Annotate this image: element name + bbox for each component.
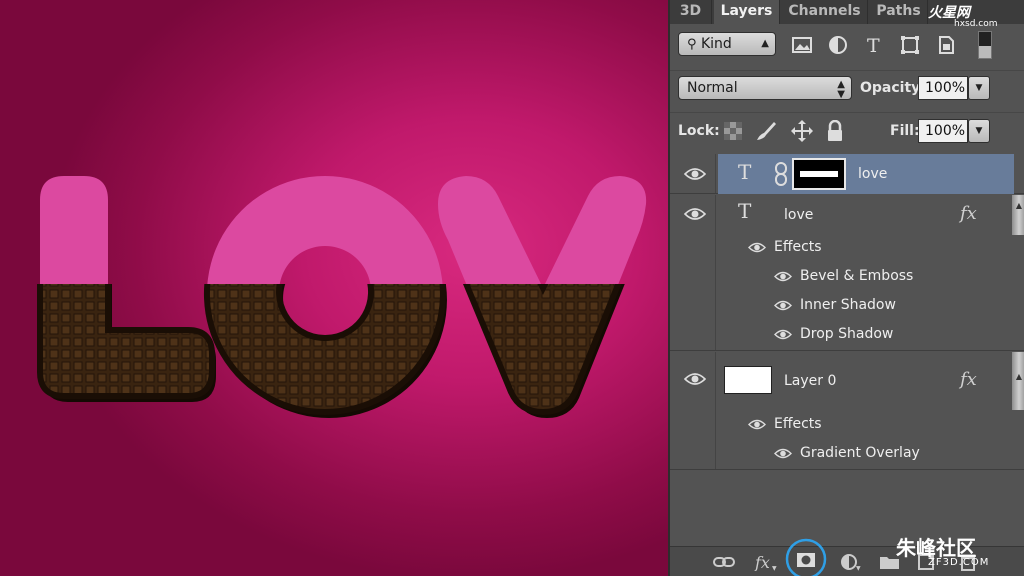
dropdown-arrows-icon: ▲ bbox=[761, 38, 769, 49]
effect-inner-shadow[interactable]: Inner Shadow bbox=[800, 297, 896, 313]
eye-icon[interactable] bbox=[748, 242, 766, 253]
watermark-bottom-sub: ZF3D.COM bbox=[928, 557, 990, 568]
blend-mode-dropdown[interactable]: Normal ▲ ▼ bbox=[678, 76, 852, 100]
effect-drop-shadow[interactable]: Drop Shadow bbox=[800, 326, 893, 342]
opacity-dropdown-button[interactable]: ▼ bbox=[968, 76, 990, 100]
effects-collapse-arrow[interactable]: ▲ bbox=[1012, 352, 1024, 410]
effects-label[interactable]: Effects bbox=[774, 416, 822, 432]
watermark-top: 火星网 hxsd.com bbox=[928, 2, 998, 29]
layer-row-layer-0[interactable]: Layer 0 fx ▲ Effects Gradient Overlay bbox=[670, 352, 1024, 470]
watermark-bottom: 朱峰社区 ZF3D.COM bbox=[896, 532, 989, 568]
eye-icon[interactable] bbox=[748, 419, 766, 430]
effect-bevel-emboss[interactable]: Bevel & Emboss bbox=[800, 268, 913, 284]
eye-icon[interactable] bbox=[774, 448, 792, 459]
eye-icon[interactable] bbox=[684, 167, 706, 181]
type-filter-icon[interactable]: T bbox=[862, 34, 886, 56]
fx-icon[interactable]: fx bbox=[960, 203, 977, 224]
fill-label: Fill: bbox=[890, 123, 920, 139]
layers-list: T love T love fx ▲ Effects Bevel & Embos… bbox=[670, 154, 1024, 546]
effects-collapse-arrow[interactable]: ▲ bbox=[1012, 195, 1024, 235]
layer-name[interactable]: love bbox=[784, 207, 813, 223]
visibility-column bbox=[670, 154, 716, 193]
adjustment-filter-icon[interactable] bbox=[826, 34, 850, 56]
fill-input[interactable]: 100% bbox=[918, 119, 968, 143]
lock-all-icon[interactable] bbox=[826, 120, 844, 142]
eye-icon[interactable] bbox=[774, 300, 792, 311]
tab-3d[interactable]: 3D bbox=[670, 0, 712, 24]
layer-thumbnail[interactable] bbox=[724, 366, 772, 394]
chain-link-icon[interactable] bbox=[774, 162, 788, 186]
love-artwork bbox=[0, 176, 651, 418]
filter-kind-label: Kind bbox=[700, 36, 732, 52]
layer-row-love[interactable]: T love fx ▲ Effects Bevel & Emboss Inner… bbox=[670, 195, 1024, 351]
svg-text:T: T bbox=[867, 35, 880, 56]
shape-filter-icon[interactable] bbox=[898, 34, 922, 56]
filter-kind-dropdown[interactable]: ⚲ Kind ▲ bbox=[678, 32, 776, 56]
eye-icon[interactable] bbox=[684, 207, 706, 221]
text-layer-icon: T bbox=[738, 199, 752, 223]
eye-icon[interactable] bbox=[774, 329, 792, 340]
filter-toggle-icon[interactable] bbox=[978, 31, 992, 59]
lock-transparent-icon[interactable] bbox=[724, 122, 742, 140]
fx-icon[interactable]: fx bbox=[960, 369, 977, 390]
add-mask-icon[interactable] bbox=[784, 537, 828, 576]
dropdown-arrows-icon: ▲ ▼ bbox=[837, 79, 845, 100]
effects-label[interactable]: Effects bbox=[774, 239, 822, 255]
visibility-column bbox=[670, 195, 716, 350]
link-layers-icon[interactable] bbox=[712, 553, 736, 571]
visibility-column bbox=[670, 352, 716, 469]
layers-panel: 3D Layers Channels Paths ⚲ Kind ▲ T Norm… bbox=[668, 0, 1024, 576]
svg-text:▼: ▼ bbox=[772, 565, 777, 571]
lock-label: Lock: bbox=[678, 123, 720, 139]
watermark-top-sub: hxsd.com bbox=[954, 19, 998, 29]
effect-gradient-overlay[interactable]: Gradient Overlay bbox=[800, 445, 920, 461]
document-canvas[interactable] bbox=[0, 0, 668, 576]
fill-dropdown-button[interactable]: ▼ bbox=[968, 119, 990, 143]
lock-image-icon[interactable] bbox=[754, 120, 778, 142]
layer-name[interactable]: love bbox=[858, 166, 887, 182]
opacity-label: Opacity: bbox=[860, 80, 926, 96]
smart-object-filter-icon[interactable] bbox=[934, 34, 958, 56]
image-filter-icon[interactable] bbox=[790, 34, 814, 56]
eye-icon[interactable] bbox=[774, 271, 792, 282]
adjustment-layer-icon[interactable]: ▼ bbox=[838, 553, 862, 571]
opacity-input[interactable]: 100% bbox=[918, 76, 968, 100]
tab-layers[interactable]: Layers bbox=[714, 0, 780, 24]
layer-mask-thumbnail[interactable] bbox=[792, 158, 846, 190]
blend-mode-value: Normal bbox=[687, 80, 738, 96]
lock-row: Lock: Fill: 100% ▼ bbox=[670, 112, 1024, 148]
tab-paths[interactable]: Paths bbox=[870, 0, 928, 24]
filter-row: ⚲ Kind ▲ T bbox=[670, 28, 1024, 64]
layer-name[interactable]: Layer 0 bbox=[784, 373, 836, 389]
eye-icon[interactable] bbox=[684, 372, 706, 386]
lock-position-icon[interactable] bbox=[790, 119, 814, 143]
tab-channels[interactable]: Channels bbox=[782, 0, 868, 24]
blend-row: Normal ▲ ▼ Opacity: 100% ▼ bbox=[670, 70, 1024, 106]
svg-text:fx: fx bbox=[754, 553, 770, 571]
svg-text:▼: ▼ bbox=[856, 565, 861, 571]
text-layer-icon: T bbox=[738, 160, 752, 184]
fx-icon[interactable]: fx ▼ bbox=[754, 553, 778, 571]
layer-row-love-masked[interactable]: T love bbox=[670, 154, 1024, 194]
search-icon: ⚲ bbox=[687, 37, 697, 52]
